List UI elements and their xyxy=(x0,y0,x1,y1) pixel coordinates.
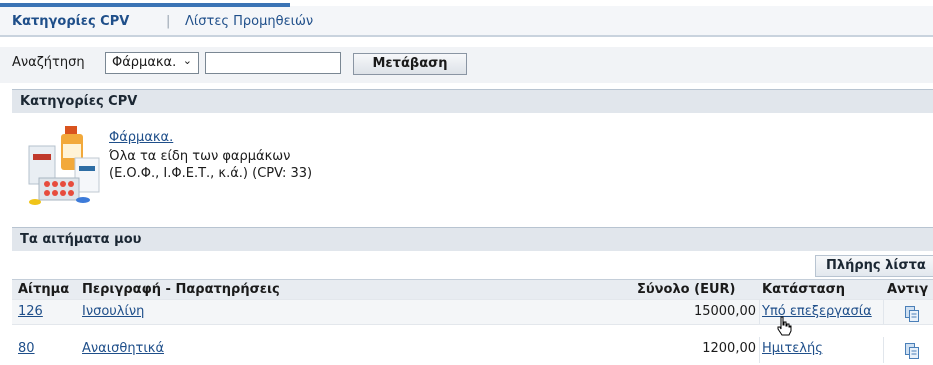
search-bar: Αναζήτηση Φάρμακα. ⌄ Μετάβαση xyxy=(0,47,933,83)
request-total: 15000,00 xyxy=(693,304,756,319)
cpv-category-link[interactable]: Φάρμακα. xyxy=(109,130,173,145)
table-row: 126 Ινσουλίνη 15000,00 Υπό επεξεργασία xyxy=(12,299,933,325)
column-header-request: Αίτημα xyxy=(18,282,70,297)
active-tab-indicator xyxy=(0,3,290,7)
search-label: Αναζήτηση xyxy=(12,55,85,70)
column-header-copy: Αντιγ xyxy=(887,282,929,297)
hand-pointer-icon xyxy=(777,316,792,336)
full-list-button[interactable]: Πλήρης λίστα xyxy=(815,255,933,277)
column-header-total: Σύνολο (EUR) xyxy=(637,282,736,297)
search-input[interactable] xyxy=(205,52,341,74)
request-total: 1200,00 xyxy=(702,341,756,356)
requests-table-header: Αίτημα Περιγραφή - Παρατηρήσεις Σύνολο (… xyxy=(12,279,933,299)
cpv-section-title: Κατηγορίες CPV xyxy=(20,94,138,109)
requests-section-header: Τα αιτήματα μου xyxy=(12,227,933,251)
chevron-down-icon: ⌄ xyxy=(182,54,192,67)
request-id-link[interactable]: 126 xyxy=(18,304,43,319)
category-select[interactable]: Φάρμακα. ⌄ xyxy=(105,52,199,74)
top-tab-bar: Κατηγορίες CPV | Λίστες Προμηθειών xyxy=(0,0,933,35)
copy-icon[interactable] xyxy=(905,343,919,359)
column-header-status: Κατάσταση xyxy=(762,282,845,297)
tab-separator: | xyxy=(166,14,171,29)
cpv-category-description: Όλα τα είδη των φαρμάκων (Ε.Ο.Φ., Ι.Φ.Ε.… xyxy=(109,149,313,181)
request-description-link[interactable]: Ινσουλίνη xyxy=(82,304,144,319)
category-select-value: Φάρμακα. xyxy=(112,55,177,70)
tab-bar-divider xyxy=(0,35,933,37)
requests-section-title: Τα αιτήματα μου xyxy=(20,232,142,247)
go-button[interactable]: Μετάβαση xyxy=(353,53,467,75)
copy-icon[interactable] xyxy=(905,306,919,322)
medicine-products-image xyxy=(28,126,100,205)
request-description-link[interactable]: Αναισθητικά xyxy=(82,341,164,356)
tab-cpv-categories[interactable]: Κατηγορίες CPV xyxy=(12,14,129,29)
tab-supply-lists[interactable]: Λίστες Προμηθειών xyxy=(185,14,313,29)
cpv-section-header: Κατηγορίες CPV xyxy=(12,89,933,113)
request-id-link[interactable]: 80 xyxy=(18,341,35,356)
column-header-description: Περιγραφή - Παρατηρήσεις xyxy=(82,282,280,297)
table-row: 80 Αναισθητικά 1200,00 Ημιτελής xyxy=(12,337,933,363)
request-status-link[interactable]: Ημιτελής xyxy=(762,341,823,356)
